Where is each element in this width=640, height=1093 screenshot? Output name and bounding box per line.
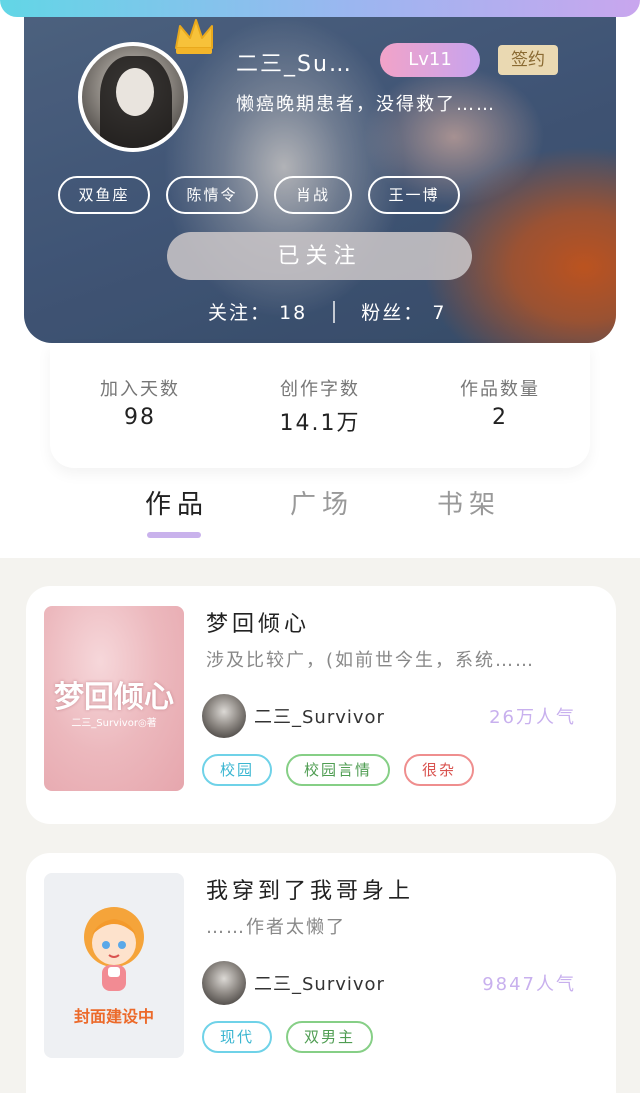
crown-icon xyxy=(175,19,213,54)
stat-label: 加入天数 xyxy=(100,379,180,400)
top-gradient-strip xyxy=(0,0,640,17)
work-tag[interactable]: 很杂 xyxy=(404,754,475,786)
chibi-character-icon xyxy=(84,907,144,991)
author-avatar[interactable] xyxy=(202,694,246,738)
author-avatar[interactable] xyxy=(202,961,246,1005)
work-tags: 现代 双男主 xyxy=(202,1021,374,1053)
work-description: ……作者太懒了 xyxy=(206,917,346,938)
stat-label: 创作字数 xyxy=(280,379,360,400)
tab-works[interactable]: 作品 xyxy=(145,484,209,521)
following-count: 18 xyxy=(279,302,308,324)
stats-divider xyxy=(333,300,336,323)
username: 二三_Su… xyxy=(236,52,353,77)
cover-placeholder-text: 封面建设中 xyxy=(73,1007,154,1026)
fans-stat[interactable]: 粉丝： 7 xyxy=(361,298,446,325)
work-description: 涉及比较广，(如前世今生，系统…… xyxy=(206,650,536,671)
level-badge: Lv11 xyxy=(380,43,480,77)
cover-title: 梦回倾心 xyxy=(54,680,174,715)
profile-avatar[interactable] xyxy=(78,42,188,152)
profile-tag[interactable]: 肖战 xyxy=(274,176,352,214)
stats-card: 加入天数 98 创作字数 14.1万 作品数量 2 xyxy=(50,343,590,468)
work-cover[interactable]: 封面建设中 xyxy=(44,873,184,1058)
following-stat[interactable]: 关注： 18 xyxy=(208,298,307,325)
work-card[interactable]: 梦回倾心 二三_Survivor◎著 梦回倾心 涉及比较广，(如前世今生，系统…… xyxy=(26,586,616,824)
signed-badge: 签约 xyxy=(498,45,558,75)
avatar-face xyxy=(116,68,154,116)
active-tab-indicator xyxy=(147,532,201,538)
stat-work-count: 作品数量 2 xyxy=(410,343,590,468)
profile-tag[interactable]: 双鱼座 xyxy=(58,176,150,214)
work-tags: 校园 校园言情 很杂 xyxy=(202,754,475,786)
work-tag[interactable]: 校园 xyxy=(202,754,273,786)
stat-word-count: 创作字数 14.1万 xyxy=(230,343,410,468)
work-tag[interactable]: 双男主 xyxy=(286,1021,374,1053)
tab-square[interactable]: 广场 xyxy=(290,484,354,521)
stat-join-days: 加入天数 98 xyxy=(50,343,230,468)
profile-tabs: 作品 广场 书架 xyxy=(0,484,640,544)
work-card[interactable]: 封面建设中 我穿到了我哥身上 ……作者太懒了 二三_Survivor 9847人… xyxy=(26,853,616,1093)
fans-count: 7 xyxy=(432,302,447,324)
work-cover[interactable]: 梦回倾心 二三_Survivor◎著 xyxy=(44,606,184,791)
work-title[interactable]: 梦回倾心 xyxy=(206,606,310,638)
tab-bookshelf[interactable]: 书架 xyxy=(437,484,501,521)
author-name[interactable]: 二三_Survivor xyxy=(254,703,385,729)
cover-subtitle: 二三_Survivor◎著 xyxy=(71,718,157,729)
followed-button[interactable]: 已关注 xyxy=(167,232,472,280)
stat-value: 98 xyxy=(124,405,156,430)
stat-value: 14.1万 xyxy=(279,411,361,436)
work-popularity: 9847人气 xyxy=(482,974,576,995)
follow-stats: 关注： 18 粉丝： 7 xyxy=(208,298,446,325)
fans-label: 粉丝： xyxy=(361,302,425,324)
work-popularity: 26万人气 xyxy=(489,707,576,728)
work-title[interactable]: 我穿到了我哥身上 xyxy=(206,873,414,905)
following-label: 关注： xyxy=(208,302,272,324)
profile-tag[interactable]: 陈情令 xyxy=(166,176,258,214)
author-name[interactable]: 二三_Survivor xyxy=(254,970,385,996)
work-tag[interactable]: 校园言情 xyxy=(286,754,391,786)
stat-label: 作品数量 xyxy=(460,379,540,400)
profile-bio: 懒癌晚期患者，没得救了…… xyxy=(236,94,496,115)
profile-tag[interactable]: 王一博 xyxy=(368,176,460,214)
work-tag[interactable]: 现代 xyxy=(202,1021,273,1053)
profile-tags: 双鱼座 陈情令 肖战 王一博 xyxy=(58,176,460,214)
stat-value: 2 xyxy=(492,405,508,430)
